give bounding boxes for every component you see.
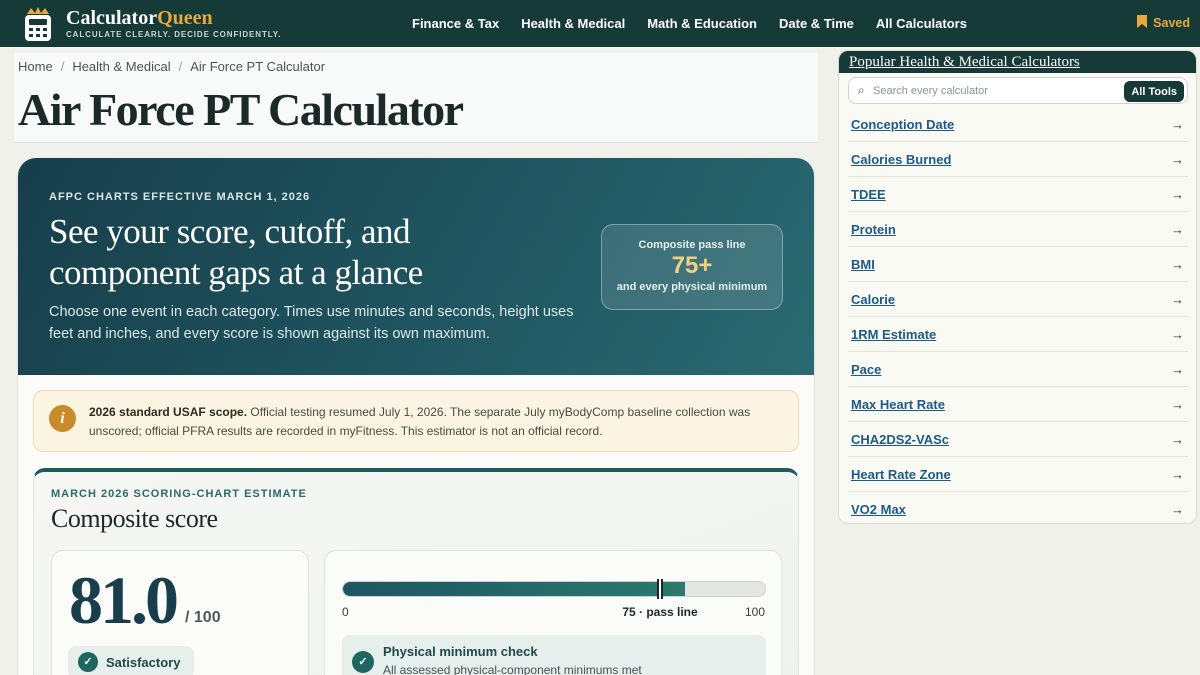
scale-max: 100: [744, 605, 765, 619]
top-nav-bar: CalculatorQueen CALCULATE CLEARLY. DECID…: [0, 0, 1200, 47]
popular-calculators-sidebar: Popular Health & Medical Calculators ⌕ A…: [838, 50, 1197, 524]
check-icon: ✓: [352, 651, 374, 673]
physical-check-sub: All assessed physical-component minimums…: [383, 663, 642, 675]
sidebar-link-cha2ds2-vasc[interactable]: CHA2DS2-VASc: [851, 432, 949, 447]
arrow-right-icon: →: [1171, 502, 1184, 517]
brand-logo[interactable]: CalculatorQueen CALCULATE CLEARLY. DECID…: [22, 6, 382, 42]
sidebar-link-max-heart-rate[interactable]: Max Heart Rate: [851, 397, 945, 412]
list-item[interactable]: VO2 Max →: [848, 492, 1188, 523]
search-icon: ⌕: [858, 83, 865, 97]
score-kicker: MARCH 2026 SCORING-CHART ESTIMATE: [51, 488, 307, 500]
list-item[interactable]: Calories Burned →: [848, 142, 1188, 177]
list-item[interactable]: Protein →: [848, 212, 1188, 247]
sidebar-search: ⌕ All Tools: [848, 77, 1188, 104]
sidebar-link-heart-rate-zone[interactable]: Heart Rate Zone: [851, 467, 951, 482]
brand-tagline: CALCULATE CLEARLY. DECIDE CONFIDENTLY.: [66, 30, 282, 39]
sidebar-header: Popular Health & Medical Calculators: [839, 51, 1196, 73]
sidebar-link-calorie[interactable]: Calorie: [851, 292, 895, 307]
breadcrumb-health-medical[interactable]: Health & Medical: [72, 59, 170, 74]
list-item[interactable]: TDEE →: [848, 177, 1188, 212]
list-item[interactable]: CHA2DS2-VASc →: [848, 422, 1188, 457]
arrow-right-icon: →: [1171, 361, 1184, 377]
breadcrumb: Home / Health & Medical / Air Force PT C…: [18, 59, 325, 74]
brand-name: CalculatorQueen: [66, 7, 213, 29]
composite-pass-box: Composite pass line 75+ and every physic…: [601, 224, 783, 310]
notice-bold: 2026 standard USAF scope.: [89, 405, 248, 419]
nav-date-time[interactable]: Date & Time: [779, 16, 854, 31]
physical-minimum-check: ✓ Physical minimum check All assessed ph…: [342, 635, 766, 675]
nav-math-education[interactable]: Math & Education: [647, 16, 757, 31]
score-progress-panel: 0 75 · pass line 100 ✓ Physical minimum …: [324, 550, 782, 675]
pass-line-marker: [657, 579, 663, 599]
check-icon: ✓: [78, 652, 98, 672]
breadcrumb-home[interactable]: Home: [18, 59, 53, 74]
score-bar-fill: [343, 582, 685, 596]
main-nav: Finance & Tax Health & Medical Math & Ed…: [412, 16, 967, 31]
sidebar-list: Conception Date → Calories Burned → TDEE → …: [848, 107, 1188, 523]
arrow-right-icon: →: [1171, 326, 1184, 342]
calculator-crown-icon: [22, 6, 54, 42]
status-label: Satisfactory: [106, 654, 181, 670]
arrow-right-icon: →: [1171, 151, 1184, 167]
page-header: Home / Health & Medical / Air Force PT C…: [14, 53, 818, 143]
sidebar-link-vo2-max[interactable]: VO2 Max: [851, 502, 906, 517]
status-badge: ✓ Satisfactory: [68, 646, 195, 675]
saved-button[interactable]: Saved: [1137, 15, 1190, 31]
list-item[interactable]: BMI →: [848, 247, 1188, 282]
nav-all-calculators[interactable]: All Calculators: [876, 16, 967, 31]
arrow-right-icon: →: [1171, 431, 1184, 447]
bookmark-icon: [1137, 15, 1148, 31]
scope-notice: i 2026 standard USAF scope. Official tes…: [33, 390, 799, 452]
page-title: Air Force PT Calculator: [18, 84, 464, 135]
physical-check-title: Physical minimum check: [383, 644, 538, 659]
arrow-right-icon: →: [1171, 396, 1184, 412]
arrow-right-icon: →: [1171, 221, 1184, 237]
breadcrumb-separator: /: [60, 59, 65, 74]
score-summary-panel: 81.0 / 100 ✓ Satisfactory: [51, 550, 309, 675]
sidebar-link-bmi[interactable]: BMI: [851, 257, 875, 272]
arrow-right-icon: →: [1171, 256, 1184, 272]
sidebar-link-tdee[interactable]: TDEE: [851, 187, 886, 202]
info-icon: i: [49, 405, 76, 432]
sidebar-link-pace[interactable]: Pace: [851, 362, 881, 377]
sidebar-link-1rm-estimate[interactable]: 1RM Estimate: [851, 327, 936, 342]
arrow-right-icon: →: [1171, 291, 1184, 307]
sidebar-link-protein[interactable]: Protein: [851, 222, 896, 237]
sidebar-link-conception-date[interactable]: Conception Date: [851, 117, 954, 132]
list-item[interactable]: Max Heart Rate →: [848, 387, 1188, 422]
list-item[interactable]: Pace →: [848, 352, 1188, 387]
nav-health-medical[interactable]: Health & Medical: [521, 16, 625, 31]
hero-heading: See your score, cutoff, and component ga…: [49, 212, 423, 292]
score-title: Composite score: [51, 504, 218, 533]
hero-banner: AFPC CHARTS EFFECTIVE MARCH 1, 2026 See …: [18, 158, 814, 375]
list-item[interactable]: 1RM Estimate →: [848, 317, 1188, 352]
nav-finance-tax[interactable]: Finance & Tax: [412, 16, 499, 31]
hero-description: Choose one event in each category. Times…: [49, 304, 574, 342]
sidebar-link-calories-burned[interactable]: Calories Burned: [851, 152, 951, 167]
score-value: 81.0: [69, 562, 179, 638]
pass-box-value: 75+: [671, 252, 713, 279]
pass-box-sub: and every physical minimum: [616, 281, 768, 293]
breadcrumb-separator: /: [178, 59, 183, 74]
scale-pass-line: 75 · pass line: [622, 605, 698, 619]
sidebar-title[interactable]: Popular Health & Medical Calculators: [849, 54, 1080, 70]
list-item[interactable]: Calorie →: [848, 282, 1188, 317]
score-max: / 100: [185, 609, 221, 626]
score-bar-track: [342, 581, 766, 597]
breadcrumb-current: Air Force PT Calculator: [190, 59, 326, 74]
calculator-card: AFPC CHARTS EFFECTIVE MARCH 1, 2026 See …: [18, 158, 814, 675]
list-item[interactable]: Conception Date →: [848, 107, 1188, 142]
composite-score-card: MARCH 2026 SCORING-CHART ESTIMATE Compos…: [33, 468, 799, 675]
all-tools-button[interactable]: All Tools: [1124, 81, 1184, 102]
hero-kicker: AFPC CHARTS EFFECTIVE MARCH 1, 2026: [49, 191, 311, 203]
pass-box-label: Composite pass line: [638, 239, 746, 251]
arrow-right-icon: →: [1171, 186, 1184, 202]
arrow-right-icon: →: [1171, 466, 1184, 482]
saved-label: Saved: [1153, 16, 1190, 30]
notice-text: 2026 standard USAF scope. Official testi…: [89, 403, 789, 441]
scale-min: 0: [342, 605, 349, 619]
search-input[interactable]: [873, 82, 1113, 100]
arrow-right-icon: →: [1171, 116, 1184, 132]
list-item[interactable]: Heart Rate Zone →: [848, 457, 1188, 492]
